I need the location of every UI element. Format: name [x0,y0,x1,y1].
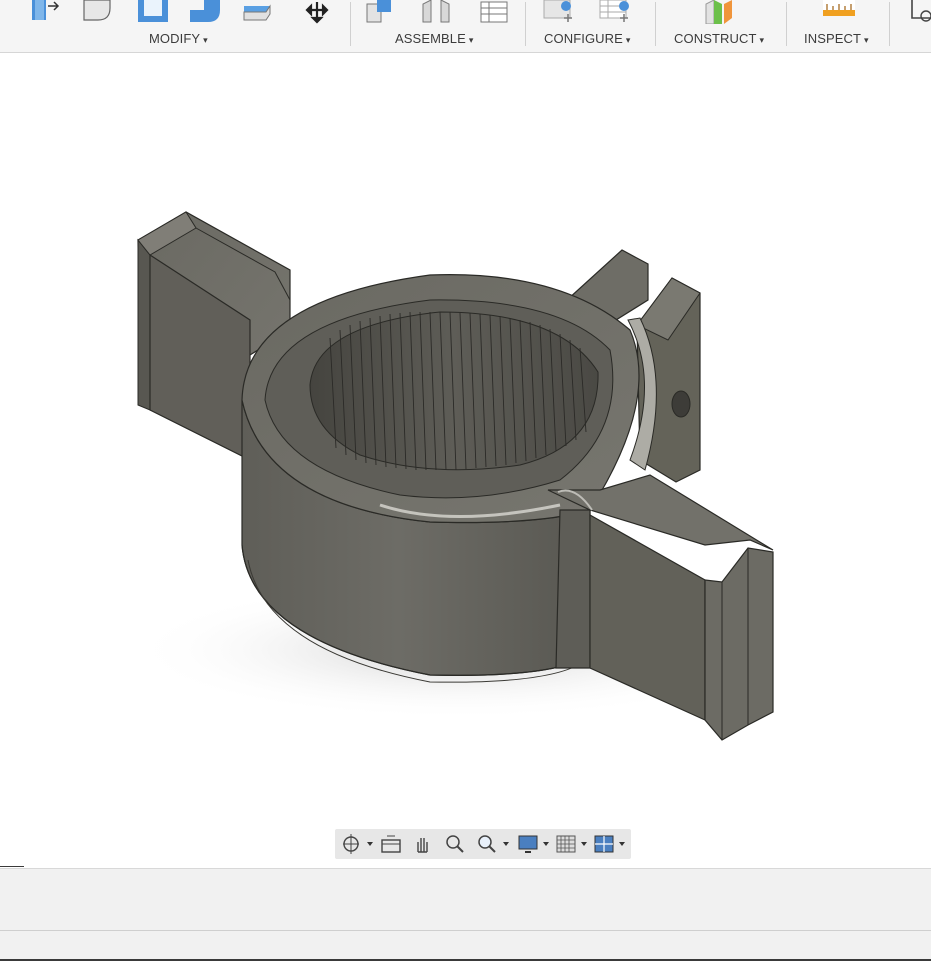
navigation-bar [335,829,631,859]
zoom-icon[interactable] [443,832,467,856]
chevron-down-icon: ▾ [625,35,631,45]
canvas-viewport[interactable] [0,53,931,868]
configure-group: CONFIGURE ▾ [526,0,655,52]
combine-icon[interactable] [188,0,222,24]
toolbar: MODIFY ▾ ASSEMBLE ▾ CONFIGURE ▾ CONSTRUC… [0,0,931,53]
configure-menu[interactable]: CONFIGURE ▾ [544,31,631,46]
offset-plane-icon[interactable] [702,0,736,24]
assemble-group: ASSEMBLE ▾ [351,0,525,52]
grid-settings-icon[interactable] [555,832,589,856]
construct-menu[interactable]: CONSTRUCT ▾ [674,31,764,46]
assemble-menu[interactable]: ASSEMBLE ▾ [395,31,474,46]
separator [889,2,890,46]
fillet-icon[interactable] [82,0,116,24]
chevron-down-icon: ▾ [759,35,765,45]
replace-face-icon[interactable] [242,0,276,24]
construct-group: CONSTRUCT ▾ [656,0,786,52]
move-copy-icon[interactable] [300,0,334,24]
construct-label: CONSTRUCT [674,31,757,46]
shell-icon[interactable] [136,0,170,24]
joint-icon[interactable] [419,0,453,24]
inspect-label: INSPECT [804,31,862,46]
new-component-icon[interactable] [363,0,397,24]
configure-table-icon[interactable] [598,0,632,24]
assemble-label: ASSEMBLE [395,31,466,46]
model-render [130,211,790,741]
configure-parameters-icon[interactable] [542,0,576,24]
modify-menu[interactable]: MODIFY ▾ [149,31,208,46]
look-at-icon[interactable] [379,832,403,856]
status-bar [0,930,931,961]
configure-label: CONFIGURE [544,31,623,46]
chevron-down-icon: ▾ [468,35,474,45]
timeline-marker [0,866,24,867]
orbit-icon[interactable] [339,832,375,856]
modify-label: MODIFY [149,31,201,46]
fit-icon[interactable] [475,832,511,856]
pan-icon[interactable] [411,832,435,856]
press-pull-icon[interactable] [30,0,64,24]
measure-icon[interactable] [821,0,855,24]
inspect-group: INSPECT ▾ [787,0,889,52]
chevron-down-icon: ▾ [203,35,208,45]
inspect-menu[interactable]: INSPECT ▾ [804,31,869,46]
modify-group: MODIFY ▾ [16,0,350,52]
bom-table-icon[interactable] [477,0,511,24]
insert-icon[interactable] [904,0,931,24]
display-settings-icon[interactable] [517,832,551,856]
chevron-down-icon: ▾ [864,35,869,45]
viewports-icon[interactable] [593,832,627,856]
timeline-panel[interactable] [0,868,931,931]
